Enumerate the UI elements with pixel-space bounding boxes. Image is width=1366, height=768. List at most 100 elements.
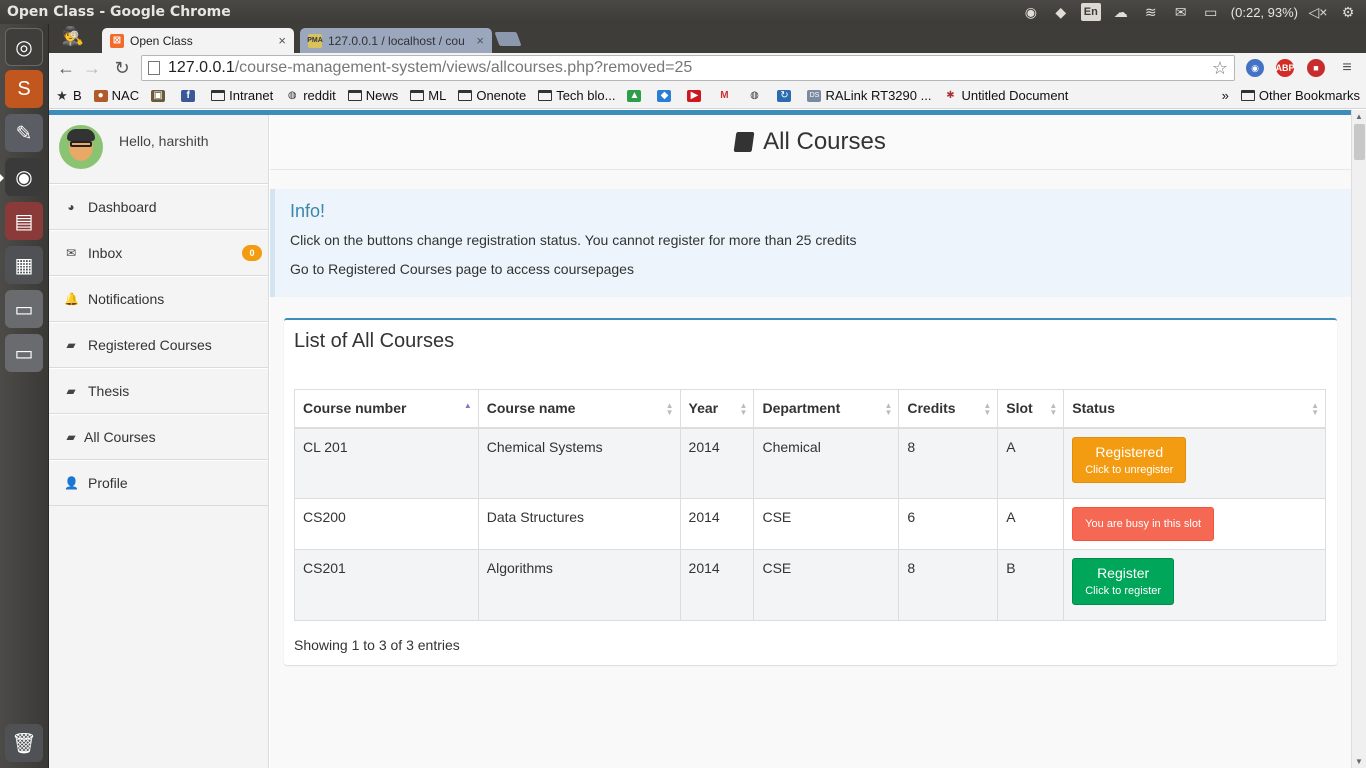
back-button[interactable]: ← xyxy=(55,57,77,79)
extension-globe-icon[interactable]: ◉ xyxy=(1246,59,1264,77)
bookmark-item[interactable]: ◍ reddit xyxy=(279,88,342,103)
bookmark-star-icon[interactable]: ☆ xyxy=(1212,58,1228,79)
page-scrollbar[interactable]: ▲ ▼ xyxy=(1351,110,1366,768)
chrome-icon[interactable]: ◉ xyxy=(5,158,43,196)
column-header-year[interactable]: Year ▲ ▼ xyxy=(679,389,755,429)
credits-cell: 8 xyxy=(898,549,999,622)
bookmark-item[interactable]: f xyxy=(175,89,205,102)
web-page: Hello, harshith ◕ Dashboard ✉ Inbox 0 🔔 Noti… xyxy=(49,110,1351,768)
mail-icon[interactable]: ✉ xyxy=(1171,3,1191,21)
close-icon[interactable]: × xyxy=(278,33,286,48)
scroll-up-icon[interactable]: ▲ xyxy=(1355,112,1363,121)
bookmark-item[interactable]: ◆ xyxy=(651,89,681,102)
bookmark-item[interactable]: Onenote xyxy=(452,88,532,103)
register-button[interactable]: Register Click to register xyxy=(1072,558,1175,605)
bookmark-item[interactable]: ✱ Untitled Document xyxy=(937,88,1074,103)
unregister-button[interactable]: Registered Click to unregister xyxy=(1072,436,1187,483)
sublime-text-icon[interactable]: S xyxy=(5,70,43,108)
tab-title: Open Class xyxy=(130,33,193,48)
column-header-status[interactable]: Status ▲ ▼ xyxy=(1063,389,1326,429)
column-header-slot[interactable]: Slot ▲ ▼ xyxy=(997,389,1065,429)
scroll-thumb[interactable] xyxy=(1354,124,1365,160)
tab-phpmyadmin[interactable]: PMA 127.0.0.1 / localhost / cou × xyxy=(300,28,492,53)
close-icon[interactable]: × xyxy=(476,33,484,48)
bookmark-item[interactable]: News xyxy=(342,88,405,103)
column-header-department[interactable]: Department ▲ ▼ xyxy=(753,389,900,429)
bookmark-item[interactable]: ● NAC xyxy=(88,88,145,103)
sidebar-item-registered-courses[interactable]: ▰ Registered Courses xyxy=(49,322,268,368)
bookmark-item[interactable]: M xyxy=(711,90,741,102)
indicator-area: ◉ ◆ En ☁ ≋ ✉ ▭ (0:22, 93%) ◁× ⚙ xyxy=(1021,3,1366,21)
address-bar[interactable]: 127.0.0.1/course-management-system/views… xyxy=(141,55,1235,81)
sidebar-item-notifications[interactable]: 🔔 Notifications xyxy=(49,276,268,322)
table-row: CL 201 Chemical Systems 2014 Chemical 8 … xyxy=(294,427,1326,499)
column-header-course-number[interactable]: Course number ▲ xyxy=(294,389,479,429)
stop-extension-icon[interactable]: ■ xyxy=(1307,59,1325,77)
bookmarks-overflow-button[interactable]: » xyxy=(1216,88,1235,103)
drive-icon[interactable]: ▭ xyxy=(5,334,43,372)
forward-button[interactable]: → xyxy=(81,57,103,79)
cloud-icon[interactable]: ☁ xyxy=(1111,3,1131,21)
sidebar-item-thesis[interactable]: ▰ Thesis xyxy=(49,368,268,414)
globe-icon[interactable]: ◉ xyxy=(1021,3,1041,21)
department-cell: Chemical xyxy=(753,427,900,499)
gear-icon[interactable]: ⚙ xyxy=(1338,3,1358,21)
scroll-down-icon[interactable]: ▼ xyxy=(1355,757,1363,766)
url-path: /course-management-system/views/allcours… xyxy=(234,59,693,76)
drive-icon[interactable]: ▭ xyxy=(5,290,43,328)
system-settings-icon[interactable]: ✎ xyxy=(5,114,43,152)
browser-window: 🕵 ⊠ Open Class × PMA 127.0.0.1 / localho… xyxy=(49,24,1366,768)
course-name-cell: Data Structures xyxy=(477,497,681,551)
busy-slot-button[interactable]: You are busy in this slot xyxy=(1072,507,1215,542)
course-number-cell: CL 201 xyxy=(294,427,479,499)
bookmark-item[interactable]: ML xyxy=(404,88,452,103)
bookmark-item[interactable]: DS RALink RT3290 ... xyxy=(801,88,937,103)
bookmark-item[interactable]: ▣ xyxy=(145,89,175,102)
new-tab-button[interactable] xyxy=(494,32,522,46)
bookmark-item[interactable]: Tech blo... xyxy=(532,88,621,103)
wifi-icon[interactable]: ≋ xyxy=(1141,3,1161,21)
volume-muted-icon[interactable]: ◁× xyxy=(1308,3,1328,21)
callout-title: Info! xyxy=(290,201,326,221)
book-icon xyxy=(733,132,755,152)
other-bookmarks[interactable]: Other Bookmarks xyxy=(1235,88,1366,103)
sort-icon: ▲ ▼ xyxy=(739,401,748,417)
bookmark-item[interactable]: ▶ xyxy=(681,89,711,102)
chrome-menu-icon[interactable]: ≡ xyxy=(1338,59,1356,77)
sidebar-item-profile[interactable]: 👤 Profile xyxy=(49,460,268,506)
tab-open-class[interactable]: ⊠ Open Class × xyxy=(102,28,294,53)
table-row: CS201 Algorithms 2014 CSE 8 B Register C… xyxy=(294,549,1326,622)
battery-status[interactable]: (0:22, 93%) xyxy=(1231,5,1298,20)
content-header: All Courses xyxy=(270,115,1351,170)
column-header-course-name[interactable]: Course name ▲ ▼ xyxy=(477,389,681,429)
trash-icon[interactable]: 🗑 xyxy=(5,724,43,762)
slot-cell: A xyxy=(997,427,1065,499)
keyboard-language-indicator[interactable]: En xyxy=(1080,3,1101,21)
adblock-plus-icon[interactable]: ABP xyxy=(1276,59,1295,77)
dropbox-indicator-icon[interactable]: ◆ xyxy=(1051,3,1071,21)
running-indicator-icon xyxy=(0,174,4,182)
workspace-switcher-icon[interactable]: ▦ xyxy=(5,246,43,284)
dash-home-icon[interactable]: ◎ xyxy=(5,28,43,66)
bookmark-item[interactable]: ↻ xyxy=(771,89,801,102)
course-name-cell: Algorithms xyxy=(477,549,681,622)
launcher: ◎ S ✎ ◉ ▤ ▦ ▭ ▭ 🗑 xyxy=(0,24,49,768)
callout-text: Go to Registered Courses page to access … xyxy=(290,261,634,277)
gmail-icon: M xyxy=(720,90,729,101)
bookmark-item[interactable]: ★ B xyxy=(49,88,88,104)
year-cell: 2014 xyxy=(679,427,755,499)
reload-button[interactable]: ↻ xyxy=(111,57,133,79)
sidebar-item-all-courses[interactable]: ▰ All Courses xyxy=(49,414,268,460)
sort-icon: ▲ ▼ xyxy=(983,401,992,417)
bookmark-item[interactable]: ◍ xyxy=(741,90,771,102)
youtube-icon: ▶ xyxy=(687,89,702,102)
battery-icon[interactable]: ▭ xyxy=(1201,3,1221,21)
bell-icon: 🔔 xyxy=(64,292,79,306)
file-cabinet-icon[interactable]: ▤ xyxy=(5,202,43,240)
sidebar-item-dashboard[interactable]: ◕ Dashboard xyxy=(49,184,268,230)
column-header-credits[interactable]: Credits ▲ ▼ xyxy=(898,389,999,429)
sidebar-item-inbox[interactable]: ✉ Inbox 0 xyxy=(49,230,268,276)
bookmark-item[interactable]: Intranet xyxy=(205,88,279,103)
bookmark-item[interactable]: ▲ xyxy=(621,89,651,102)
status-cell: Register Click to register xyxy=(1063,549,1326,622)
